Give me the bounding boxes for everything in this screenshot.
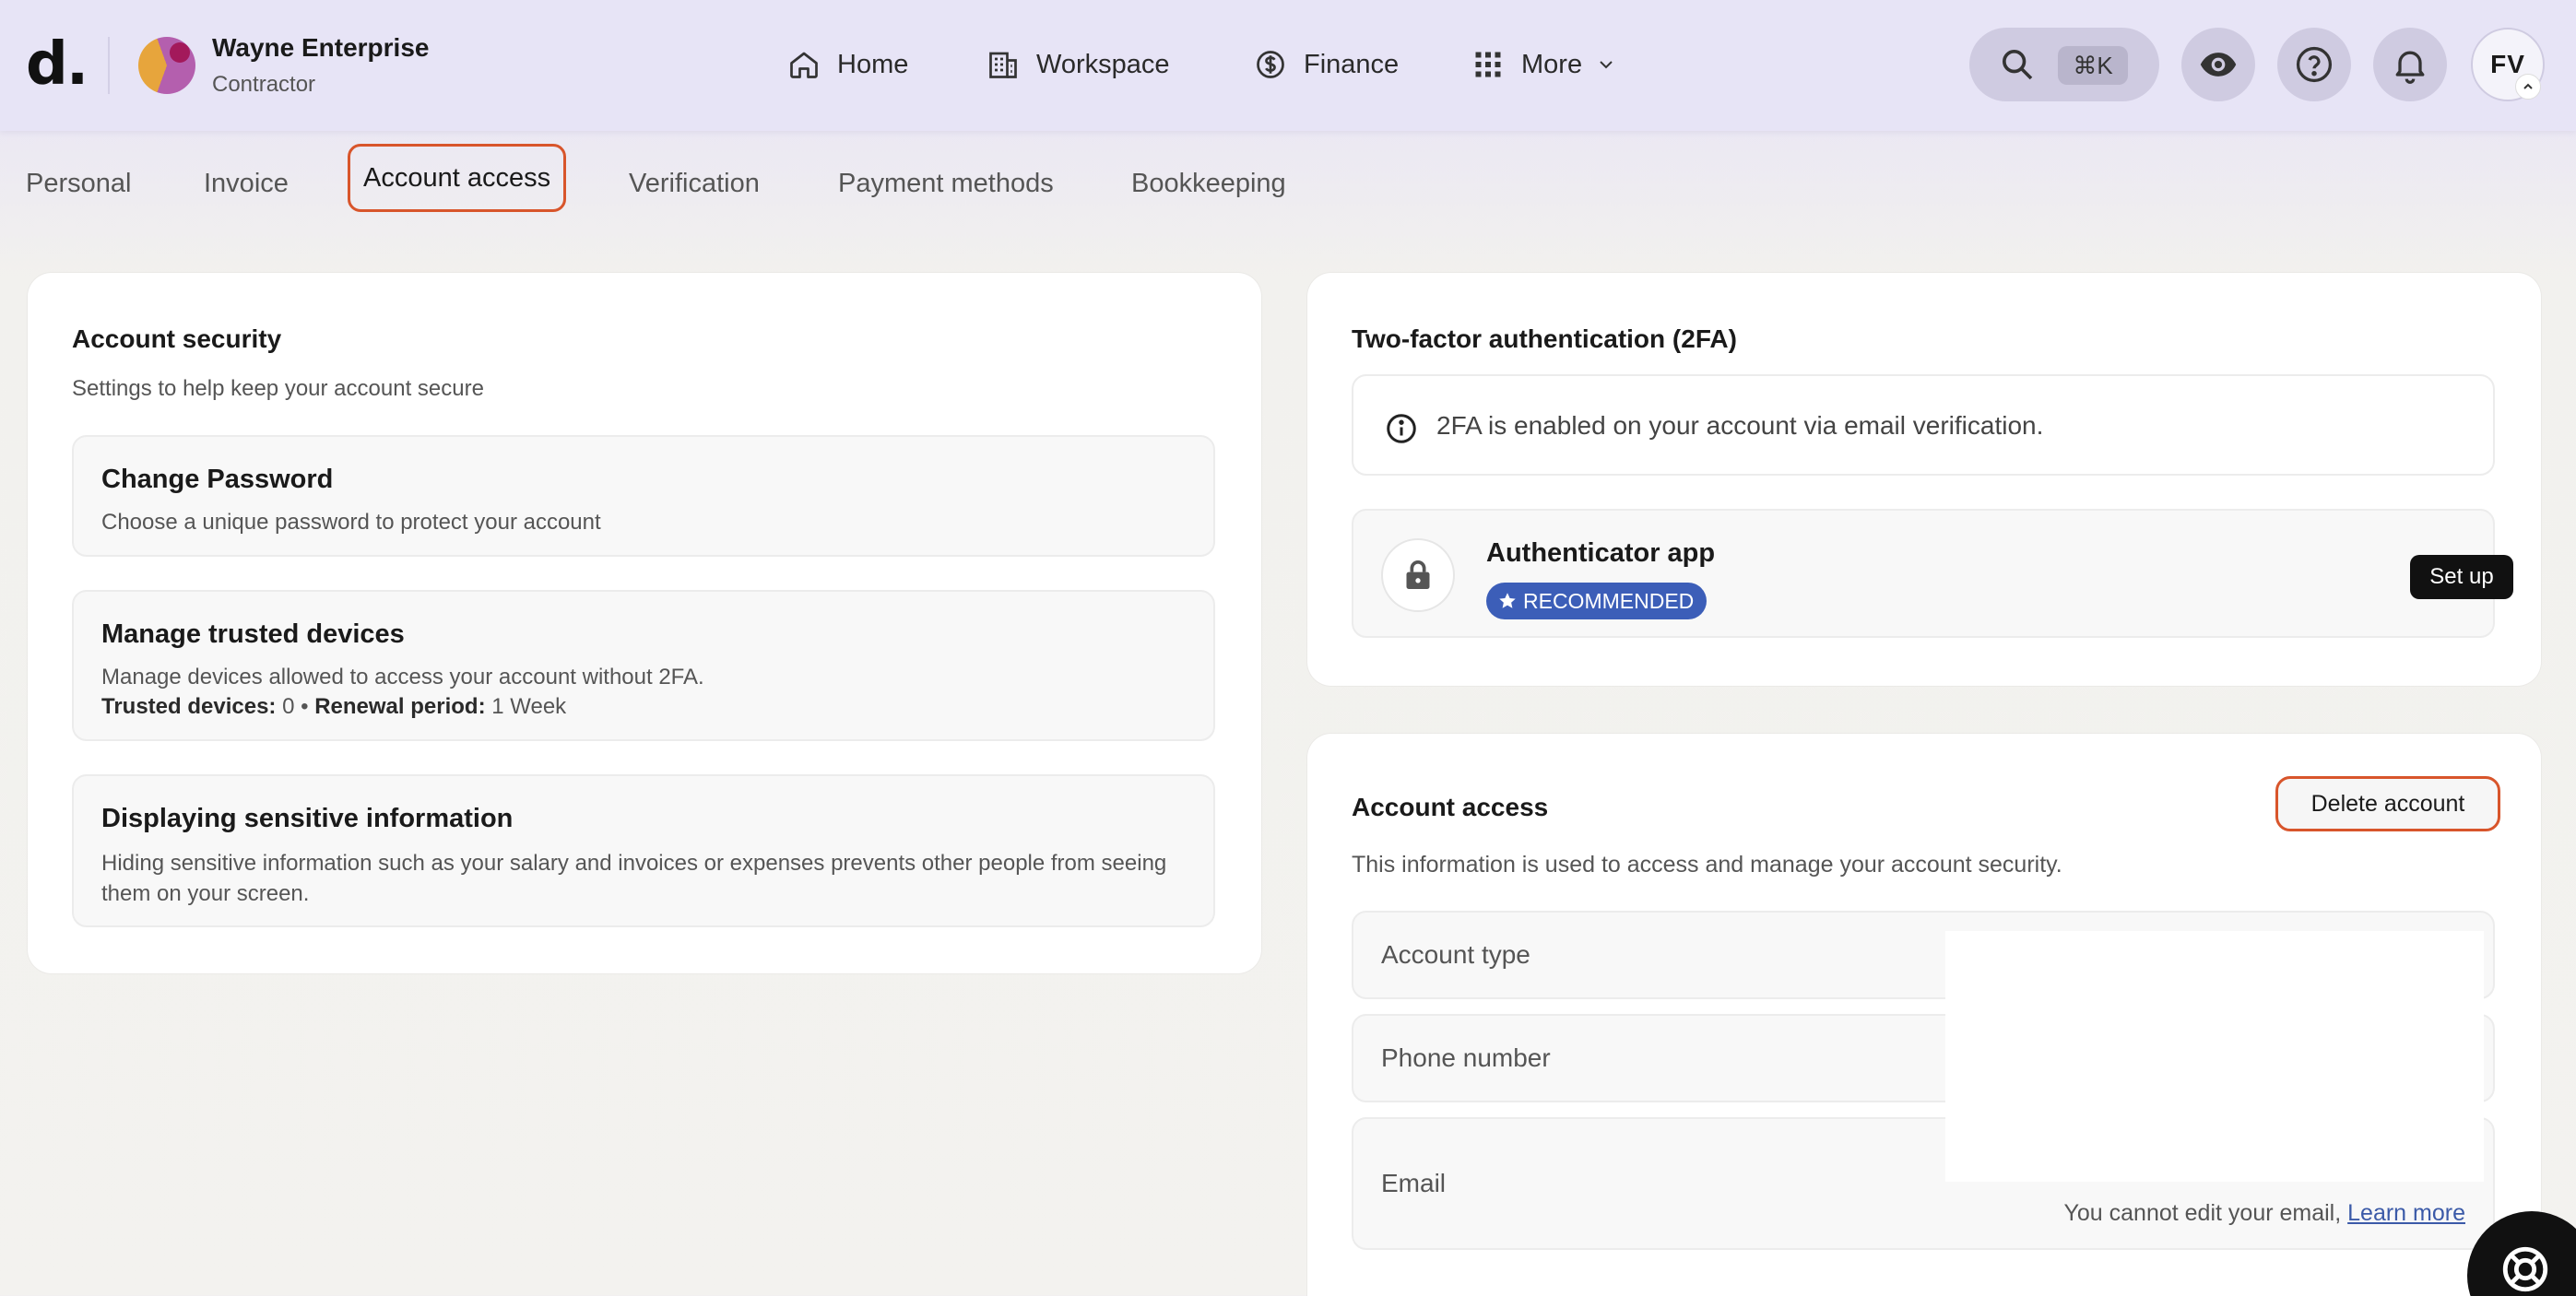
org-avatar[interactable] xyxy=(138,37,195,94)
meta-separator: • xyxy=(301,694,309,719)
account-access-subtitle: This information is used to access and m… xyxy=(1352,852,2062,878)
phone-number-label: Phone number xyxy=(1381,1043,1551,1072)
tab-verification[interactable]: Verification xyxy=(629,160,760,206)
chevron-down-icon xyxy=(1600,61,1613,69)
redacted-values-area xyxy=(1945,931,2484,1182)
trusted-devices-desc: Manage devices allowed to access your ac… xyxy=(101,665,704,689)
lifebuoy-icon xyxy=(2502,1246,2548,1292)
nav-home[interactable]: Home xyxy=(787,44,908,85)
tab-personal[interactable]: Personal xyxy=(26,160,131,206)
sensitive-info-title: Displaying sensitive information xyxy=(101,804,514,833)
notifications-button[interactable] xyxy=(2373,28,2447,101)
nav-finance-label: Finance xyxy=(1304,49,1400,79)
nav-workspace[interactable]: Workspace xyxy=(987,44,1170,85)
search-icon xyxy=(2003,50,2033,80)
authenticator-app-title: Authenticator app xyxy=(1486,538,1716,568)
logo[interactable]: d. xyxy=(26,29,89,100)
trusted-devices-title: Manage trusted devices xyxy=(101,619,405,649)
tab-payment-methods[interactable]: Payment methods xyxy=(838,160,1054,206)
account-access-title: Account access xyxy=(1352,793,1549,821)
home-icon xyxy=(790,52,818,78)
tab-bookkeeping[interactable]: Bookkeeping xyxy=(1131,160,1286,206)
account-security-subtitle: Settings to help keep your account secur… xyxy=(72,376,484,401)
account-security-title: Account security xyxy=(72,324,282,353)
logo-divider xyxy=(108,37,110,94)
account-type-label: Account type xyxy=(1381,940,1530,969)
eye-icon xyxy=(2200,53,2237,77)
two-factor-info-text: 2FA is enabled on your account via email… xyxy=(1436,411,2044,440)
grid-icon xyxy=(1475,52,1501,77)
learn-more-link[interactable]: Learn more xyxy=(2347,1200,2465,1226)
avatar-menu-toggle[interactable] xyxy=(2515,74,2541,100)
top-bar: d. Wayne Enterprise Contractor Home Work… xyxy=(0,0,2576,131)
renewal-period-label: Renewal period: xyxy=(314,694,486,719)
org-name[interactable]: Wayne Enterprise xyxy=(212,33,429,63)
trusted-devices-label: Trusted devices: xyxy=(101,694,277,719)
renewal-period-value: 1 Week xyxy=(491,694,567,719)
account-security-card: Account security Settings to help keep y… xyxy=(28,273,1261,973)
change-password-tile[interactable]: Change Password Choose a unique password… xyxy=(72,435,1215,557)
trusted-devices-count: 0 xyxy=(282,694,295,719)
change-password-desc: Choose a unique password to protect your… xyxy=(101,510,601,535)
tab-account-access[interactable]: Account access xyxy=(348,144,567,212)
account-access-card: Account access Delete account This infor… xyxy=(1307,734,2541,1296)
sensitive-info-tile[interactable]: Displaying sensitive information Hiding … xyxy=(72,774,1215,927)
trusted-devices-meta: Trusted devices: 0 • Renewal period: 1 W… xyxy=(101,691,566,722)
keyboard-shortcut: ⌘K xyxy=(2058,46,2128,85)
bell-icon xyxy=(2395,51,2425,84)
star-icon xyxy=(1499,593,1516,608)
building-icon xyxy=(989,52,1017,78)
nav-home-label: Home xyxy=(837,49,909,79)
lock-icon xyxy=(1406,560,1430,589)
two-factor-card: Two-factor authentication (2FA) 2FA is e… xyxy=(1307,273,2541,686)
nav-finance[interactable]: Finance xyxy=(1254,44,1399,85)
search-button[interactable]: ⌘K xyxy=(1969,28,2159,101)
chevron-up-icon xyxy=(2523,83,2533,89)
recommended-badge-label: RECOMMENDED xyxy=(1523,588,1695,613)
setup-authenticator-button[interactable]: Set up xyxy=(2410,555,2513,599)
dollar-circle-icon xyxy=(1257,51,1284,78)
lock-badge xyxy=(1381,538,1455,612)
email-note-text: You cannot edit your email, xyxy=(2063,1200,2342,1226)
email-edit-note: You cannot edit your email, Learn more xyxy=(2064,1200,2465,1227)
tab-invoice[interactable]: Invoice xyxy=(204,160,289,206)
question-circle-icon xyxy=(2296,46,2333,83)
two-factor-title: Two-factor authentication (2FA) xyxy=(1352,324,1737,353)
trusted-devices-tile[interactable]: Manage trusted devices Manage devices al… xyxy=(72,590,1215,741)
privacy-toggle-button[interactable] xyxy=(2181,28,2255,101)
sensitive-info-desc: Hiding sensitive information such as you… xyxy=(101,851,1167,906)
help-button[interactable] xyxy=(2277,28,2351,101)
two-factor-info-banner: 2FA is enabled on your account via email… xyxy=(1352,374,2495,476)
authenticator-app-row: Authenticator app RECOMMENDED Set up xyxy=(1352,509,2513,638)
nav-more[interactable]: More xyxy=(1471,44,1617,85)
nav-more-label: More xyxy=(1521,49,1583,79)
recommended-badge: RECOMMENDED xyxy=(1486,583,1707,619)
delete-account-button[interactable]: Delete account xyxy=(2275,776,2500,831)
email-label: Email xyxy=(1381,1169,1447,1197)
org-role: Contractor xyxy=(212,72,316,97)
change-password-title: Change Password xyxy=(101,465,334,494)
info-icon xyxy=(1387,414,1416,443)
nav-workspace-label: Workspace xyxy=(1036,49,1170,79)
